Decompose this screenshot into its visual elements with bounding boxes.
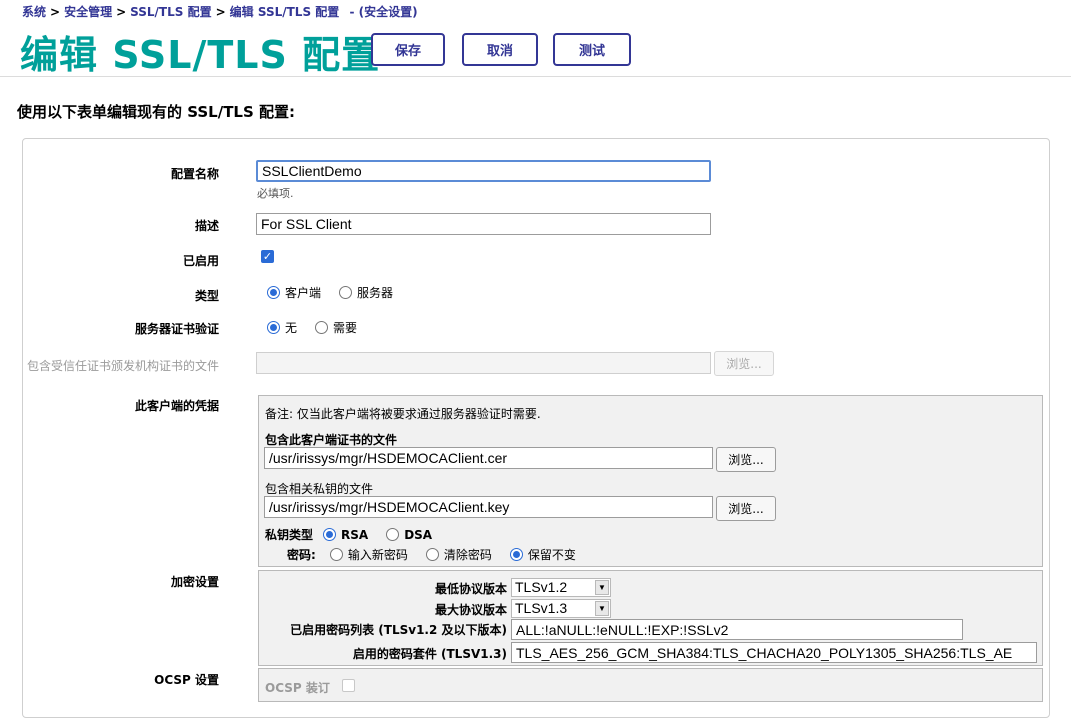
max-protocol-value: TLSv1.3 bbox=[515, 600, 568, 616]
password-label: 密码: bbox=[287, 548, 316, 562]
password-keep-radio[interactable] bbox=[509, 548, 523, 561]
verify-none-radio[interactable] bbox=[267, 321, 280, 334]
key-type-radio-group: 私钥类型 RSA DSA bbox=[265, 526, 450, 543]
max-protocol-select[interactable]: TLSv1.3 ▼ bbox=[511, 599, 611, 618]
type-client-label: 客户端 bbox=[285, 286, 322, 300]
client-credentials-note: 备注: 仅当此客户端将被要求通过服务器验证时需要. bbox=[265, 407, 541, 421]
password-clear-radio[interactable] bbox=[425, 548, 439, 561]
min-protocol-select[interactable]: TLSv1.2 ▼ bbox=[511, 578, 611, 597]
max-protocol-label: 最大协议版本 bbox=[434, 603, 507, 617]
ocsp-stapling-label: OCSP 装订 bbox=[265, 681, 330, 695]
ca-file-label: 包含受信任证书颁发机构证书的文件 bbox=[26, 359, 219, 373]
client-credentials-panel: 备注: 仅当此客户端将被要求通过服务器验证时需要. 包含此客户端证书的文件 浏览… bbox=[258, 395, 1043, 567]
enabled-label: 已启用 bbox=[182, 254, 219, 268]
key-type-dsa-label: DSA bbox=[404, 527, 433, 542]
server-cert-verify-radio-group: 无 需要 bbox=[267, 319, 375, 336]
ca-file-browse-button[interactable]: 浏览... bbox=[714, 351, 774, 376]
client-credentials-label: 此客户端的凭据 bbox=[134, 399, 219, 413]
type-server-radio[interactable] bbox=[339, 286, 353, 299]
cipher-suites-input[interactable] bbox=[511, 642, 1037, 663]
cancel-button[interactable]: 取消 bbox=[462, 33, 538, 66]
verify-require-radio[interactable] bbox=[315, 321, 329, 334]
private-key-file-input[interactable] bbox=[264, 496, 713, 518]
save-button[interactable]: 保存 bbox=[371, 33, 445, 66]
client-cert-file-label: 包含此客户端证书的文件 bbox=[265, 433, 398, 447]
verify-none-label: 无 bbox=[285, 321, 298, 335]
password-clear-label: 清除密码 bbox=[443, 548, 492, 562]
min-protocol-label: 最低协议版本 bbox=[434, 582, 507, 596]
breadcrumb-ssl-configs[interactable]: SSL/TLS 配置 bbox=[130, 5, 211, 19]
breadcrumb-system[interactable]: 系统 bbox=[22, 5, 46, 19]
key-type-rsa-radio[interactable] bbox=[323, 528, 337, 541]
key-type-rsa-label: RSA bbox=[341, 527, 369, 542]
config-name-label: 配置名称 bbox=[170, 167, 219, 181]
ocsp-settings-panel: OCSP 装订 bbox=[258, 668, 1043, 702]
cipher-list-label: 已启用密码列表 (TLSv1.2 及以下版本) bbox=[290, 623, 507, 637]
breadcrumb-separator: > bbox=[50, 5, 61, 19]
form-intro: 使用以下表单编辑现有的 SSL/TLS 配置: bbox=[17, 103, 296, 121]
key-type-dsa-radio[interactable] bbox=[386, 528, 400, 541]
private-key-browse-button[interactable]: 浏览... bbox=[716, 496, 776, 521]
enabled-checkbox[interactable]: ✓ bbox=[261, 250, 274, 263]
encryption-settings-label: 加密设置 bbox=[170, 575, 219, 589]
private-key-file-label: 包含相关私钥的文件 bbox=[265, 482, 374, 496]
config-name-input[interactable] bbox=[256, 160, 711, 182]
key-type-label: 私钥类型 bbox=[265, 528, 314, 542]
config-name-hint: 必填项. bbox=[257, 187, 294, 200]
type-label: 类型 bbox=[194, 289, 219, 303]
header-divider bbox=[0, 76, 1071, 77]
password-new-radio[interactable] bbox=[329, 548, 343, 561]
cipher-list-input[interactable] bbox=[511, 619, 963, 640]
page-title: 编辑 SSL/TLS 配置 bbox=[20, 33, 381, 77]
min-protocol-value: TLSv1.2 bbox=[515, 579, 568, 595]
chevron-down-icon: ▼ bbox=[595, 601, 609, 616]
ssl-config-form: 配置名称 必填项. 描述 已启用 ✓ 类型 客户端 服务器 服务器证书验证 无 … bbox=[22, 138, 1050, 718]
ca-file-input[interactable] bbox=[256, 352, 711, 374]
breadcrumb-security-management[interactable]: 安全管理 bbox=[64, 5, 112, 19]
client-cert-file-input[interactable] bbox=[264, 447, 713, 469]
server-cert-verify-label: 服务器证书验证 bbox=[134, 322, 219, 336]
breadcrumb-edit-ssl-config[interactable]: 编辑 SSL/TLS 配置 bbox=[230, 5, 340, 19]
password-new-label: 输入新密码 bbox=[347, 548, 408, 562]
breadcrumb-separator: > bbox=[116, 5, 127, 19]
chevron-down-icon: ▼ bbox=[595, 580, 609, 595]
cipher-suites-label: 启用的密码套件 (TLSV1.3) bbox=[352, 647, 507, 661]
ocsp-stapling-checkbox[interactable] bbox=[342, 679, 355, 692]
breadcrumb-note: - (安全设置) bbox=[349, 5, 418, 19]
type-client-radio[interactable] bbox=[267, 286, 280, 299]
encryption-settings-panel: 最低协议版本 TLSv1.2 ▼ 最大协议版本 TLSv1.3 ▼ 已启用密码列… bbox=[258, 570, 1043, 666]
description-input[interactable] bbox=[256, 213, 711, 235]
breadcrumb: 系统 > 安全管理 > SSL/TLS 配置 > 编辑 SSL/TLS 配置 - (安全设置… bbox=[22, 3, 418, 20]
test-button[interactable]: 测试 bbox=[553, 33, 631, 66]
type-server-label: 服务器 bbox=[357, 286, 394, 300]
ocsp-settings-label: OCSP 设置 bbox=[154, 673, 219, 687]
description-label: 描述 bbox=[194, 219, 219, 233]
verify-require-label: 需要 bbox=[333, 321, 358, 335]
client-cert-browse-button[interactable]: 浏览... bbox=[716, 447, 776, 472]
password-radio-group: 密码: 输入新密码 清除密码 保留不变 bbox=[287, 546, 594, 563]
breadcrumb-separator: > bbox=[215, 5, 226, 19]
type-radio-group: 客户端 服务器 bbox=[267, 284, 411, 301]
password-keep-label: 保留不变 bbox=[527, 548, 576, 562]
